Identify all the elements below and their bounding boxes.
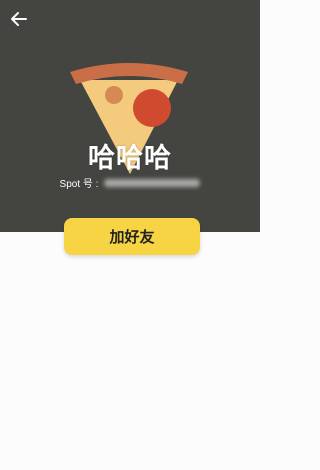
profile-header: 哈哈哈 Spot 号 : [0,0,260,232]
arrow-left-icon [11,12,27,26]
profile-name: 哈哈哈 [88,143,172,174]
spot-id-row: Spot 号 : [0,175,260,190]
spot-id-value-blurred [104,178,201,187]
back-button[interactable] [6,6,32,32]
spot-id-label: Spot 号 : [59,179,99,190]
add-friend-button[interactable]: 加好友 [64,218,200,255]
